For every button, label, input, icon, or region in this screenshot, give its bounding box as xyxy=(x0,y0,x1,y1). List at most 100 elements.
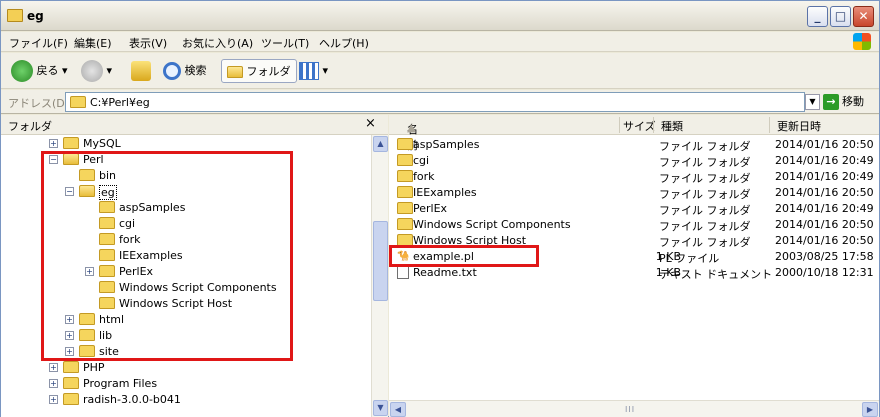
search-icon xyxy=(163,62,181,80)
sort-ascending-icon: ▲ xyxy=(407,121,416,134)
forward-button[interactable]: ▾ xyxy=(81,59,112,83)
close-button[interactable]: ✕ xyxy=(853,6,874,27)
tree-item[interactable]: + PHP xyxy=(1,359,370,375)
back-button[interactable]: 戻る ▾ xyxy=(11,59,68,83)
example-pl-highlight-box xyxy=(389,245,539,267)
menu-view[interactable]: 表示(V) xyxy=(129,35,167,51)
file-list-header: 名前 ▲ サイズ 種類 更新日時 xyxy=(389,115,879,152)
folders-icon xyxy=(227,66,243,78)
folder-icon xyxy=(63,137,79,149)
back-label: 戻る xyxy=(36,64,59,77)
menu-tools[interactable]: ツール(T) xyxy=(261,35,309,51)
file-name: Readme.txt xyxy=(413,266,477,279)
folder-icon xyxy=(63,361,79,373)
folder-icon xyxy=(397,154,413,166)
file-row[interactable]: IEExamples ファイル フォルダ 2014/01/16 20:50 xyxy=(389,184,879,201)
file-date: 2014/01/16 20:50 xyxy=(775,186,874,199)
menu-help[interactable]: ヘルプ(H) xyxy=(319,35,369,51)
file-date: 2014/01/16 20:50 xyxy=(775,234,874,247)
tree-scrollbar[interactable]: ▲ ▼ xyxy=(371,135,388,417)
tree-item[interactable]: + Program Files xyxy=(1,375,370,391)
folders-button[interactable]: フォルダ xyxy=(221,59,297,83)
address-dropdown-button[interactable]: ▼ xyxy=(805,94,820,110)
scroll-down-button[interactable]: ▼ xyxy=(373,400,388,416)
file-date: 2014/01/16 20:50 xyxy=(775,218,874,231)
scroll-thumb[interactable] xyxy=(373,221,388,301)
menu-file[interactable]: ファイル(F) xyxy=(9,35,68,51)
up-folder-icon xyxy=(131,61,151,81)
tree-expander[interactable]: + xyxy=(49,363,58,372)
minimize-button[interactable]: _ xyxy=(807,6,828,27)
column-size[interactable]: サイズ xyxy=(623,118,656,134)
file-name: cgi xyxy=(413,154,430,167)
file-row[interactable]: aspSamples ファイル フォルダ 2014/01/16 20:50 xyxy=(389,136,879,153)
file-row[interactable]: fork ファイル フォルダ 2014/01/16 20:49 xyxy=(389,168,879,185)
folder-icon xyxy=(63,393,79,405)
toolbar: 戻る ▾ ▾ 検索 フォルダ ▾ xyxy=(1,53,879,89)
file-date: 2014/01/16 20:49 xyxy=(775,154,874,167)
scroll-right-button[interactable]: ▶ xyxy=(862,402,878,417)
folder-icon xyxy=(397,202,413,214)
file-row[interactable]: Windows Script Components ファイル フォルダ 2014/0… xyxy=(389,216,879,233)
column-date[interactable]: 更新日時 xyxy=(777,118,821,134)
folder-tree-pane: フォルダ × + MySQL − Perl bin − eg aspSamples cgi for… xyxy=(1,115,388,417)
go-label: 移動 xyxy=(842,95,864,108)
folder-pane-title: フォルダ xyxy=(8,120,52,133)
forward-arrow-icon xyxy=(81,60,103,82)
search-label: 検索 xyxy=(184,64,207,77)
file-row[interactable]: PerlEx ファイル フォルダ 2014/01/16 20:49 xyxy=(389,200,879,217)
file-name: PerlEx xyxy=(413,202,448,215)
tree-item[interactable]: + radish-3.0.0-b041 xyxy=(1,391,370,407)
address-label: アドレス(D) xyxy=(8,97,70,110)
file-name: IEExamples xyxy=(413,186,477,199)
file-date: 2014/01/16 20:49 xyxy=(775,202,874,215)
scroll-up-button[interactable]: ▲ xyxy=(373,136,388,152)
maximize-button[interactable]: □ xyxy=(830,6,851,27)
tree-expander[interactable]: + xyxy=(49,379,58,388)
go-button[interactable]: → 移動 xyxy=(823,93,864,111)
file-name: aspSamples xyxy=(413,138,480,151)
file-date: 2014/01/16 20:49 xyxy=(775,170,874,183)
menu-edit[interactable]: 編集(E) xyxy=(74,35,112,51)
window-title: eg xyxy=(27,9,44,23)
horizontal-scrollbar[interactable]: ◀ III ▶ xyxy=(389,400,879,417)
up-button[interactable] xyxy=(131,59,151,83)
tree-item[interactable]: + MySQL xyxy=(1,135,370,151)
go-arrow-icon: → xyxy=(823,94,839,110)
menu-favorites[interactable]: お気に入り(A) xyxy=(182,35,253,51)
folders-label: フォルダ xyxy=(246,65,291,78)
scroll-left-button[interactable]: ◀ xyxy=(390,402,406,417)
title-bar[interactable]: eg _ □ ✕ xyxy=(1,1,879,31)
close-pane-button[interactable]: × xyxy=(365,116,376,131)
back-arrow-icon xyxy=(11,60,33,82)
folder-icon xyxy=(70,96,86,108)
file-date: 2014/01/16 20:50 xyxy=(775,138,874,151)
file-date: 2000/10/18 12:31 xyxy=(775,266,874,279)
windows-logo-icon xyxy=(853,33,871,50)
tree-item-label: MySQL xyxy=(83,137,121,150)
search-button[interactable]: 検索 xyxy=(163,59,207,83)
address-input[interactable]: C:¥Perl¥eg xyxy=(65,92,805,112)
views-button[interactable]: ▾ xyxy=(299,59,328,83)
explorer-window: eg _ □ ✕ ファイル(F) 編集(E) 表示(V) お気に入り(A) ツー… xyxy=(0,0,880,417)
column-type[interactable]: 種類 xyxy=(661,118,683,134)
folder-icon xyxy=(397,138,413,150)
tree-item-label: Program Files xyxy=(83,377,158,390)
address-bar: アドレス(D) C:¥Perl¥eg ▼ → 移動 xyxy=(1,90,879,114)
address-value: C:¥Perl¥eg xyxy=(90,96,150,109)
tree-item-label: PHP xyxy=(83,361,105,374)
text-file-icon xyxy=(397,266,409,279)
scroll-grip: III xyxy=(625,405,636,414)
file-row[interactable]: cgi ファイル フォルダ 2014/01/16 20:49 xyxy=(389,152,879,169)
tree-item-label: radish-3.0.0-b041 xyxy=(83,393,181,406)
folder-icon xyxy=(63,377,79,389)
file-name: fork xyxy=(413,170,435,183)
menu-bar: ファイル(F) 編集(E) 表示(V) お気に入り(A) ツール(T) ヘルプ(… xyxy=(1,32,879,52)
tree-expander[interactable]: + xyxy=(49,395,58,404)
file-type: テキスト ドキュメント xyxy=(659,268,773,281)
folder-icon xyxy=(397,170,413,182)
tree-expander[interactable]: + xyxy=(49,139,58,148)
folder-icon xyxy=(397,218,413,230)
views-icon xyxy=(299,62,319,80)
folder-icon xyxy=(7,9,23,22)
